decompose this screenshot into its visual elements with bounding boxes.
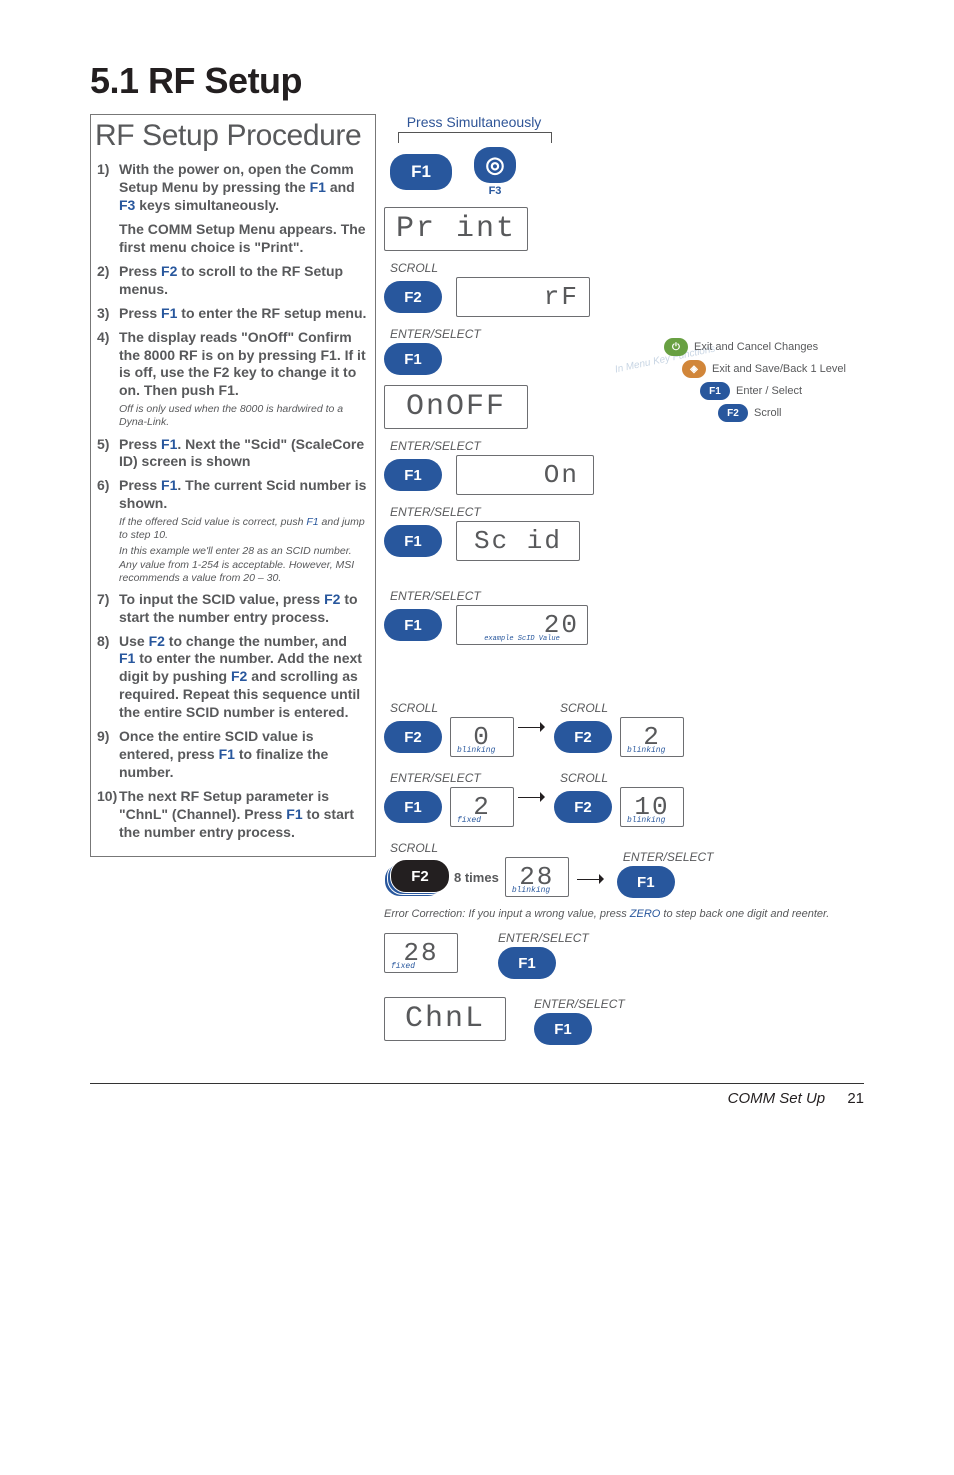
f1-button[interactable]: F1	[390, 154, 452, 190]
diamond-icon: ◈	[682, 360, 706, 378]
step-num: 9)	[97, 728, 119, 782]
step-text: Use F2 to change the number, and F1 to e…	[119, 633, 367, 723]
f1-button[interactable]: F1	[617, 866, 675, 898]
step-num: 8)	[97, 633, 119, 723]
step-num: 1)	[97, 161, 119, 257]
legend: ⏻ Exit and Cancel Changes ◈ Exit and Save/…	[664, 338, 884, 426]
step-num: 6)	[97, 477, 119, 584]
f2-button[interactable]: F2	[384, 721, 442, 753]
step-text: With the power on, open the Comm Setup M…	[119, 161, 367, 257]
display-scid-value: 20 example ScID Value	[456, 605, 588, 645]
enter-label: ENTER/SELECT	[498, 931, 589, 945]
diagram-panel: Press Simultaneously F1 ◎ F3 Pr int SCRO…	[384, 114, 864, 1045]
enter-label: ENTER/SELECT	[390, 771, 514, 785]
f1-button[interactable]: F1	[498, 947, 556, 979]
display-final: 28fixed	[384, 933, 458, 973]
step-text: Press F2 to scroll to the RF Setup menus…	[119, 263, 367, 299]
f2-button[interactable]: F2	[384, 281, 442, 313]
f2-button-stack[interactable]: F2	[384, 859, 448, 895]
f2-button[interactable]: F2	[554, 721, 612, 753]
f1-button[interactable]: F1	[384, 459, 442, 491]
scroll-label: SCROLL	[390, 841, 569, 855]
step-num: 10)	[97, 788, 119, 842]
enter-label: ENTER/SELECT	[623, 850, 714, 864]
times-label: 8 times	[454, 870, 499, 885]
legend-text: Exit and Save/Back 1 Level	[712, 363, 846, 375]
display-digit: 2fixed	[450, 787, 514, 827]
f1-icon: F1	[700, 382, 730, 400]
f1-button[interactable]: F1	[384, 343, 442, 375]
footer-section: COMM Set Up	[728, 1090, 826, 1107]
display-on: On	[456, 455, 594, 495]
scroll-label: SCROLL	[390, 701, 514, 715]
f2-icon: F2	[718, 404, 748, 422]
enter-label: ENTER/SELECT	[534, 997, 625, 1011]
display-digit: 2blinking	[620, 717, 684, 757]
display-print: Pr int	[384, 207, 528, 251]
power-icon: ⏻	[664, 338, 688, 356]
legend-text: Scroll	[754, 407, 782, 419]
footer: COMM Set Up 21	[90, 1083, 864, 1107]
f1-button[interactable]: F1	[384, 525, 442, 557]
page-title: 5.1 RF Setup	[90, 60, 864, 102]
legend-text: Exit and Cancel Changes	[694, 341, 818, 353]
f1-button[interactable]: F1	[384, 609, 442, 641]
f2-button[interactable]: F2	[554, 791, 612, 823]
bracket	[398, 132, 552, 143]
procedure-panel: RF Setup Procedure 1) With the power on,…	[90, 114, 376, 857]
step-text: The display reads "OnOff" Confirm the 80…	[119, 329, 367, 430]
display-scid: Sc id	[456, 521, 580, 561]
display-digit: 10blinking	[620, 787, 684, 827]
error-note: Error Correction: If you input a wrong v…	[384, 907, 864, 921]
display-digit: 28blinking	[505, 857, 569, 897]
f3-label: F3	[474, 185, 516, 197]
display-rf: rF	[456, 277, 590, 317]
press-simultaneously-label: Press Simultaneously	[384, 114, 564, 130]
scroll-label: SCROLL	[390, 261, 864, 275]
display-onoff: OnOFF	[384, 385, 528, 429]
display-digit: 0blinking	[450, 717, 514, 757]
procedure-heading: RF Setup Procedure	[95, 117, 367, 155]
step-num: 3)	[97, 305, 119, 323]
step-text: Press F1. Next the "Scid" (ScaleCore ID)…	[119, 436, 367, 472]
f1-button[interactable]: F1	[384, 791, 442, 823]
enter-label: ENTER/SELECT	[390, 589, 864, 603]
step-num: 2)	[97, 263, 119, 299]
step-num: 5)	[97, 436, 119, 472]
scroll-label: SCROLL	[560, 771, 684, 785]
step-text: Press F1 to enter the RF setup menu.	[119, 305, 367, 323]
step-text: Once the entire SCID value is entered, p…	[119, 728, 367, 782]
step-num: 4)	[97, 329, 119, 430]
enter-label: ENTER/SELECT	[390, 439, 864, 453]
step-num: 7)	[97, 591, 119, 627]
f1-button[interactable]: F1	[534, 1013, 592, 1045]
scroll-label: SCROLL	[560, 701, 684, 715]
page-number: 21	[847, 1090, 864, 1107]
enter-label: ENTER/SELECT	[390, 505, 864, 519]
step-text: The next RF Setup parameter is "ChnL" (C…	[119, 788, 367, 842]
legend-text: Enter / Select	[736, 385, 802, 397]
step-text: To input the SCID value, press F2 to sta…	[119, 591, 367, 627]
step-text: Press F1. The current Scid number is sho…	[119, 477, 367, 584]
display-chnl: ChnL	[384, 997, 506, 1041]
f3-button[interactable]: ◎	[474, 147, 516, 183]
